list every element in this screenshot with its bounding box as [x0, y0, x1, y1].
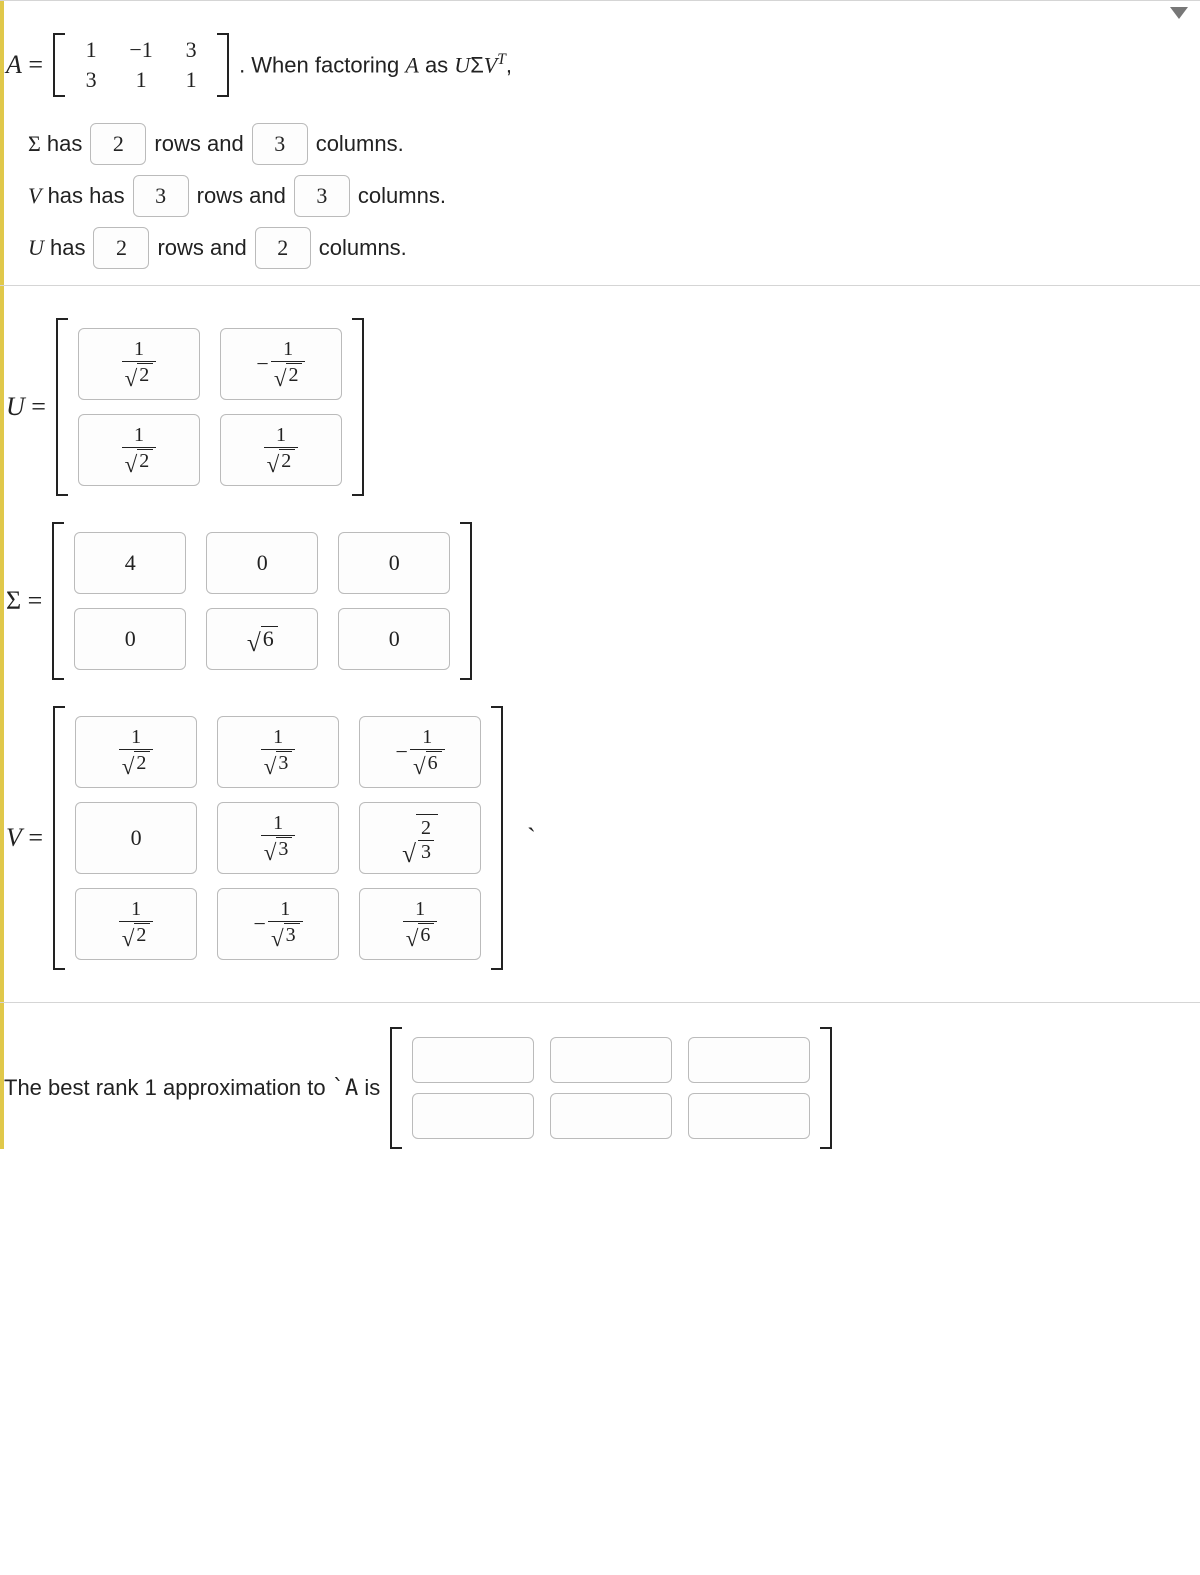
- rank1-prompt: The best rank 1 approximation to `A is: [4, 1075, 380, 1101]
- matrix-cell[interactable]: 1√3: [217, 888, 339, 960]
- V-matrix: 1√2 1√3 1√6 0 1√3 √23 1√2 1√3 1√6: [53, 706, 503, 970]
- rank1-cell[interactable]: [688, 1037, 810, 1083]
- matrix-cell[interactable]: 1√3: [217, 802, 339, 874]
- matrix-cell[interactable]: 0: [75, 802, 197, 874]
- sigma-rows-input[interactable]: 2: [90, 123, 146, 165]
- svd-matrices-section: U = 1√21√21√21√2 Σ = 4000√60 V = 1√21√31…: [0, 286, 1200, 1002]
- sigma-dimensions-line: Σ has 2 rows and 3 columns.: [28, 123, 1200, 165]
- matrix-cell[interactable]: 1√2: [220, 414, 342, 486]
- matrix-cell[interactable]: 0: [206, 532, 318, 594]
- U-cols-input[interactable]: 2: [255, 227, 311, 269]
- matrix-cell[interactable]: 0: [338, 608, 450, 670]
- matrix-cell[interactable]: 0: [74, 608, 186, 670]
- U-dimensions-line: U has 2 rows and 2 columns.: [28, 227, 1200, 269]
- matrix-cell[interactable]: 1√6: [359, 888, 481, 960]
- rank1-cell[interactable]: [688, 1093, 810, 1139]
- V-dimensions-line: V has has 3 rows and 3 columns.: [28, 175, 1200, 217]
- V-matrix-row: V = 1√21√31√601√3√231√21√31√6 `: [6, 706, 1200, 970]
- matrix-cell[interactable]: 1√2: [75, 888, 197, 960]
- rank1-matrix: [390, 1027, 832, 1149]
- Sigma-matrix: 4000√60: [52, 522, 472, 680]
- problem-setup-section: A = 1 −1 3 3 1 1 . When factoring A as U…: [0, 1, 1200, 285]
- rank1-cell[interactable]: [550, 1037, 672, 1083]
- rank1-cell[interactable]: [412, 1093, 534, 1139]
- matrix-cell[interactable]: 1√2: [78, 328, 200, 400]
- U-matrix: 1√2 1√2 1√2 1√2: [56, 318, 364, 496]
- backtick-text: `: [527, 823, 536, 853]
- sigma-cols-input[interactable]: 3: [252, 123, 308, 165]
- rank1-section: The best rank 1 approximation to `A is: [0, 1003, 1200, 1149]
- matrix-cell[interactable]: 1√2: [78, 414, 200, 486]
- collapse-icon[interactable]: [1170, 7, 1188, 19]
- U-matrix-row: U = 1√21√21√21√2: [6, 318, 1200, 496]
- matrix-cell[interactable]: 1√6: [359, 716, 481, 788]
- rank1-cell[interactable]: [412, 1037, 534, 1083]
- matrix-cell[interactable]: 1√2: [75, 716, 197, 788]
- matrix-cell[interactable]: 4: [74, 532, 186, 594]
- V-rows-input[interactable]: 3: [133, 175, 189, 217]
- matrix-cell[interactable]: 1√2: [220, 328, 342, 400]
- matrix-cell[interactable]: 0: [338, 532, 450, 594]
- matrix-cell[interactable]: √23: [359, 802, 481, 874]
- V-cols-input[interactable]: 3: [294, 175, 350, 217]
- intro-text: . When factoring A as UΣVT,: [239, 51, 512, 78]
- rank1-cell[interactable]: [550, 1093, 672, 1139]
- matrix-cell[interactable]: √6: [206, 608, 318, 670]
- Sigma-matrix-row: Σ = 4000√60: [6, 522, 1200, 680]
- A-symbol: A: [6, 50, 22, 79]
- U-rows-input[interactable]: 2: [93, 227, 149, 269]
- matrix-A: 1 −1 3 3 1 1: [53, 33, 229, 97]
- matrix-cell[interactable]: 1√3: [217, 716, 339, 788]
